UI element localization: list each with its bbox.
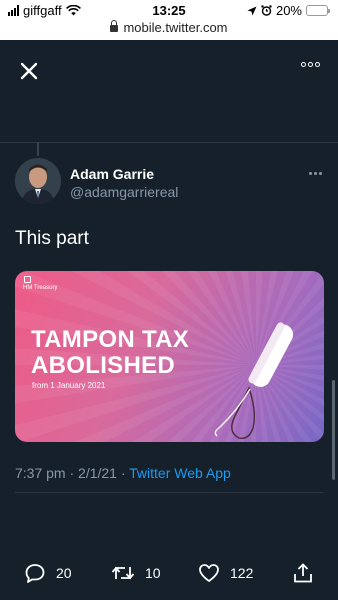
battery-icon <box>306 5 330 16</box>
more-options-icon[interactable] <box>301 62 320 67</box>
retweet-count: 10 <box>145 565 161 581</box>
tweet-meta: 7:37 pm · 2/1/21 · Twitter Web App <box>15 465 231 481</box>
divider <box>0 142 338 143</box>
share-button[interactable] <box>292 562 314 584</box>
author-handle[interactable]: @adamgarriereal <box>70 184 178 200</box>
alarm-icon <box>261 5 272 16</box>
reply-button[interactable]: 20 <box>24 562 72 584</box>
divider <box>15 492 323 493</box>
like-count: 122 <box>230 565 254 581</box>
scrollbar[interactable] <box>332 380 335 480</box>
source-link[interactable]: Twitter Web App <box>129 465 231 481</box>
battery-percent: 20% <box>275 3 302 18</box>
timestamp: 7:37 pm · 2/1/21 · <box>15 465 130 481</box>
tweet-more-icon[interactable] <box>309 172 322 175</box>
image-headline: TAMPON TAX ABOLISHED <box>31 326 190 379</box>
reply-icon <box>25 564 45 583</box>
action-bar: 20 10 122 <box>0 562 338 590</box>
url-bar[interactable]: mobile.twitter.com <box>0 20 338 35</box>
status-bar: giffgaff 13:25 20% mobile.twitter.com <box>0 0 338 40</box>
retweet-icon <box>111 566 135 580</box>
lock-icon <box>110 20 119 32</box>
heart-icon <box>199 564 219 582</box>
share-icon <box>294 563 312 583</box>
tampon-illustration <box>214 322 294 439</box>
tweet-text: This part <box>15 228 89 249</box>
reply-count: 20 <box>56 565 72 581</box>
thread-line <box>37 142 39 156</box>
image-org-label: HM Treasury <box>23 285 58 291</box>
retweet-button[interactable]: 10 <box>111 562 161 584</box>
avatar[interactable] <box>15 158 61 204</box>
author-name[interactable]: Adam Garrie <box>70 166 154 182</box>
location-arrow-icon <box>247 6 257 15</box>
crest-icon <box>24 276 31 283</box>
tweet-image[interactable]: HM Treasury TAMPON TAX ABOLISHED from 1 … <box>15 271 324 442</box>
url-text: mobile.twitter.com <box>123 20 228 35</box>
like-button[interactable]: 122 <box>198 562 253 584</box>
close-icon[interactable] <box>18 60 40 82</box>
image-subtext: from 1 January 2021 <box>32 381 106 390</box>
